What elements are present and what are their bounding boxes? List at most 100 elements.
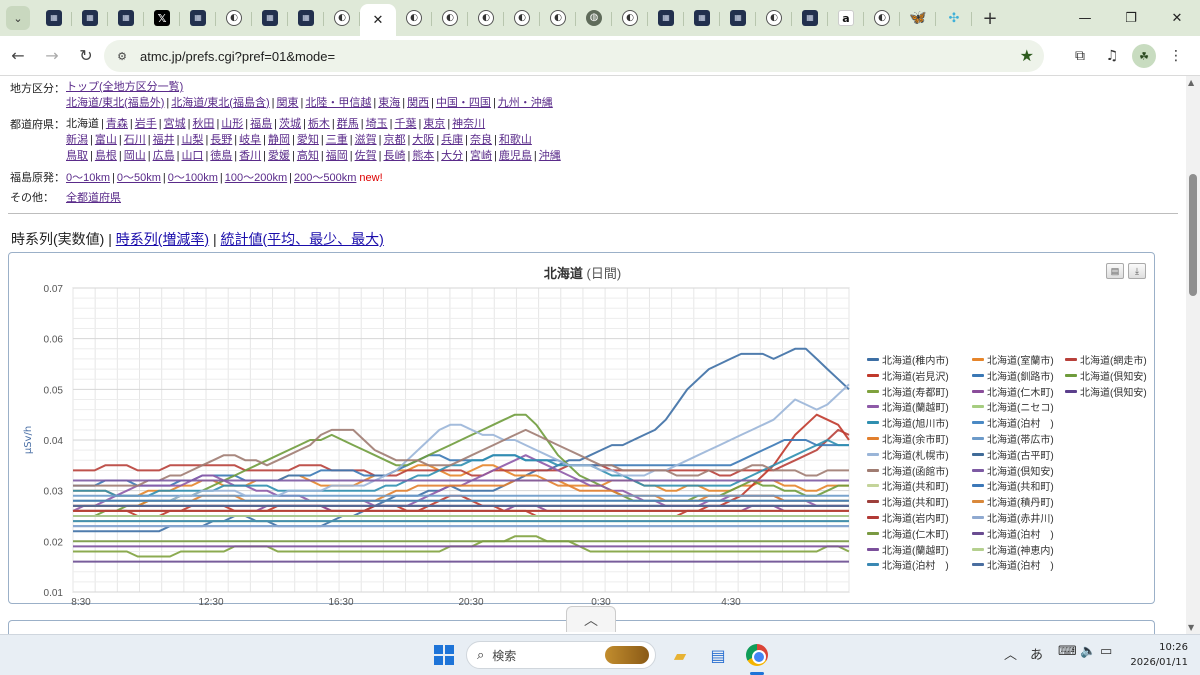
prefecture-link[interactable]: 福井 [153,134,175,146]
prefecture-link[interactable]: 大阪 [412,134,434,146]
menu-button[interactable]: ⋮ [1160,40,1192,72]
region-link[interactable]: 東海 [378,97,400,109]
prefecture-link[interactable]: 沖縄 [539,150,561,162]
back-button[interactable]: ← [2,40,34,72]
tab[interactable]: ▦ [288,3,324,33]
fukushima-distance-link[interactable]: 200〜500km [294,172,356,184]
prefecture-link[interactable]: 宮城 [164,118,186,130]
media-button[interactable]: ♫ [1096,40,1128,72]
clock[interactable]: 10:26 2026/01/11 [1130,640,1188,670]
prefecture-link[interactable]: 熊本 [412,150,434,162]
tray-overflow-icon[interactable]: ︿ [1004,644,1017,663]
url-text[interactable]: atmc.jp/prefs.cgi?pref=01&mode= [140,49,335,64]
legend-item[interactable]: 北海道(旭川市) [867,415,949,430]
minimize-button[interactable]: — [1062,0,1108,36]
prefecture-link[interactable]: 愛媛 [268,150,290,162]
file-explorer-button[interactable]: ▰ [667,642,693,668]
restore-button[interactable]: ❐ [1108,0,1154,36]
mode-stats-link[interactable]: 統計値(平均、最少、最大) [221,231,384,247]
tab[interactable]: ▦ [648,3,684,33]
prefecture-link[interactable]: 青森 [106,118,128,130]
extensions-button[interactable]: ⧉ [1064,40,1096,72]
prefecture-link[interactable]: 茨城 [279,118,301,130]
print-button[interactable]: ▤ [1106,263,1124,279]
legend-item[interactable]: 北海道(共和町) [867,478,949,493]
scroll-down-arrow-icon[interactable]: ▼ [1188,623,1194,632]
mode-rate-link[interactable]: 時系列(増減率) [116,231,209,247]
ime-indicator[interactable]: あ [1030,644,1043,663]
legend-item[interactable]: 北海道(ニセコ) [972,399,1054,414]
prefecture-link[interactable]: 新潟 [66,134,88,146]
prefecture-link[interactable]: 千葉 [394,118,416,130]
tab[interactable]: 𝕏 [144,3,180,33]
page-scrollbar[interactable]: ▲ ▼ [1186,76,1200,634]
close-window-button[interactable]: ✕ [1154,0,1200,36]
legend-item[interactable]: 北海道(共和町) [867,494,949,509]
tab[interactable]: ◐ [756,3,792,33]
legend-item[interactable]: 北海道(釧路市) [972,368,1054,383]
prefecture-link[interactable]: 奈良 [470,134,492,146]
region-link[interactable]: 九州・沖縄 [498,97,553,109]
legend-item[interactable]: 北海道(余市町) [867,431,949,446]
prefecture-link[interactable]: 香川 [239,150,261,162]
prefecture-link[interactable]: 栃木 [308,118,330,130]
legend-item[interactable]: 北海道(寿都町) [867,384,949,399]
prefecture-link[interactable]: 広島 [153,150,175,162]
tab-search-button[interactable]: ⌄ [6,6,30,30]
address-bar[interactable]: ⚙ atmc.jp/prefs.cgi?pref=01&mode= ★ [104,40,1044,72]
legend-item[interactable]: 北海道(仁木町) [972,384,1054,399]
fukushima-distance-link[interactable]: 0〜50km [117,172,161,184]
network-icon[interactable]: ⌨ [1058,644,1077,659]
start-button[interactable] [434,645,454,665]
scrollbar-thumb[interactable] [1189,174,1197,296]
legend-item[interactable]: 北海道(赤井川) [972,510,1054,525]
prefecture-link[interactable]: 山形 [221,118,243,130]
volume-icon[interactable]: 🔈 [1080,644,1096,659]
profile-button[interactable]: ☘ [1128,40,1160,72]
tab-active[interactable]: ✕ [360,4,396,36]
tab[interactable]: ◐ [216,3,252,33]
legend-item[interactable]: 北海道(倶知安) [972,463,1054,478]
tab[interactable]: ▦ [792,3,828,33]
prefecture-link[interactable]: 大分 [441,150,463,162]
bookmark-star-icon[interactable]: ★ [1020,46,1034,65]
tab[interactable]: ◐ [396,3,432,33]
prefecture-link[interactable]: 高知 [297,150,319,162]
tab[interactable]: a [828,3,864,33]
prefecture-link[interactable]: 岩手 [135,118,157,130]
download-button[interactable]: ⤓ [1128,263,1146,279]
prefecture-link[interactable]: 秋田 [192,118,214,130]
tab[interactable]: ▦ [108,3,144,33]
legend-item[interactable]: 北海道(網走市) [1065,352,1147,367]
legend-item[interactable]: 北海道(岩内町) [867,510,949,525]
legend-item[interactable]: 北海道(泊村 ) [867,557,949,572]
tab[interactable]: ◐ [504,3,540,33]
legend-item[interactable]: 北海道(積丹町) [972,494,1054,509]
prefecture-link[interactable]: 山梨 [181,134,203,146]
legend-item[interactable]: 北海道(倶知安) [1065,368,1147,383]
prefecture-link[interactable]: 佐賀 [355,150,377,162]
region-link[interactable]: 北海道/東北(福島外) [66,97,164,109]
region-link[interactable]: 北海道/東北(福島含) [171,97,269,109]
prefecture-link[interactable]: 和歌山 [499,134,532,146]
tab[interactable]: ◐ [540,3,576,33]
tab[interactable]: ✣ [936,3,972,33]
region-top-link[interactable]: トップ(全地方区分一覧) [66,81,183,93]
fukushima-distance-link[interactable]: 0〜100km [168,172,218,184]
legend-item[interactable]: 北海道(稚内市) [867,352,949,367]
legend-item[interactable]: 北海道(室蘭市) [972,352,1054,367]
all-prefectures-link[interactable]: 全都道府県 [66,192,121,204]
prefecture-link[interactable]: 徳島 [210,150,232,162]
tab[interactable]: ◐ [324,3,360,33]
prefecture-link[interactable]: 鳥取 [66,150,88,162]
legend-item[interactable]: 北海道(泊村 ) [972,415,1054,430]
legend-item[interactable]: 北海道(倶知安) [1065,384,1147,399]
region-link[interactable]: 中国・四国 [436,97,491,109]
legend-item[interactable]: 北海道(共和町) [972,478,1054,493]
prefecture-link[interactable]: 長崎 [383,150,405,162]
legend-item[interactable]: 北海道(古平町) [972,447,1054,462]
prefecture-link[interactable]: 愛知 [297,134,319,146]
prefecture-link[interactable]: 埼玉 [366,118,388,130]
prefecture-link[interactable]: 東京 [423,118,445,130]
tab[interactable]: ◐ [432,3,468,33]
